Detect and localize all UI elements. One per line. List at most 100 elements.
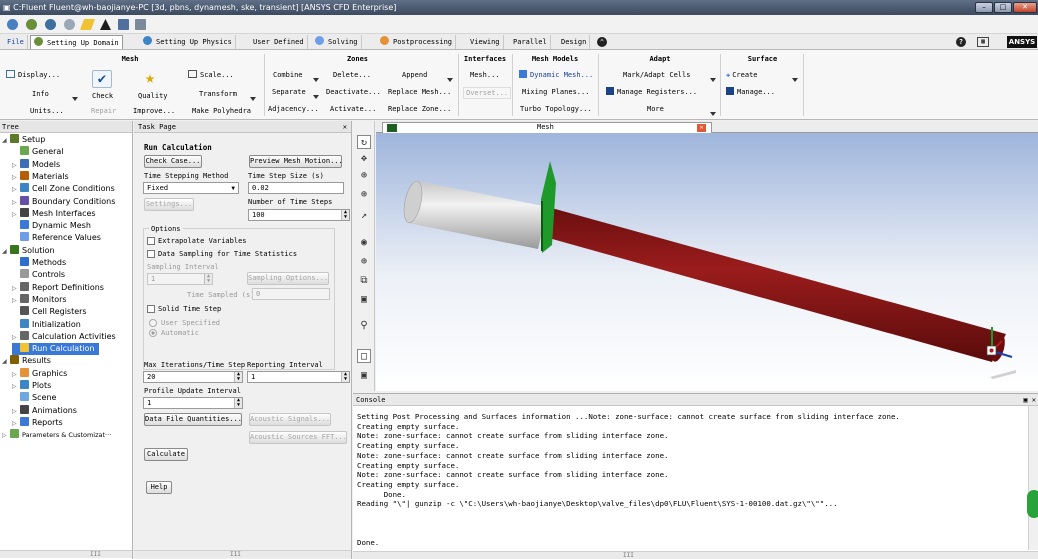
tree-item[interactable]: General (12, 146, 64, 158)
layout-icon[interactable] (118, 19, 129, 30)
tree-item[interactable]: ▷ Parameters & Customizat··· (2, 429, 111, 441)
tree-expander-icon[interactable]: ▷ (12, 369, 20, 381)
tree-expander-icon[interactable]: ▷ (12, 209, 20, 221)
lightning-icon[interactable] (79, 19, 96, 30)
tree-item[interactable]: ◢ Solution (2, 244, 55, 257)
tab-design[interactable]: Design (558, 35, 591, 49)
open-icon[interactable] (7, 19, 18, 30)
number-of-time-steps-input[interactable]: 100 ▲ ▼ (248, 209, 350, 221)
spinner-icon[interactable]: ▲ ▼ (234, 398, 242, 408)
console-window-controls-icon[interactable]: ▣ ✕ (1023, 394, 1036, 406)
save-icon[interactable] (64, 19, 75, 30)
tab-parallel[interactable]: Parallel (510, 35, 551, 49)
info-dropdown-arrow[interactable] (72, 97, 78, 101)
separate-dropdown-arrow[interactable] (313, 95, 319, 99)
overset-button[interactable]: Overset... (463, 87, 512, 99)
tree-item[interactable]: ▷ Reports (12, 416, 63, 430)
time-step-size-input[interactable]: 0.02 (248, 182, 344, 194)
turbo-topology-button[interactable]: Turbo Topology... (520, 104, 592, 114)
check-button[interactable]: Check (92, 91, 113, 101)
scale-button[interactable]: Scale... (188, 70, 234, 80)
close-task-page-icon[interactable]: ✕ (343, 121, 347, 133)
tree-item[interactable]: ◢ Setup (2, 134, 45, 146)
zoom-box-icon[interactable]: ⊕ (357, 255, 371, 269)
tree-expander-icon[interactable]: ▷ (2, 430, 10, 442)
solid-time-step-checkbox[interactable] (147, 305, 155, 313)
ansys-logo-icon[interactable] (100, 19, 111, 30)
tree-item[interactable]: ▷ Cell Zone Conditions (12, 183, 115, 195)
tab-setting-up-domain[interactable]: Setting Up Domain (30, 35, 123, 49)
activate-button[interactable]: Activate... (330, 104, 376, 114)
acoustic-sources-fft-button[interactable]: Acoustic Sources FFT... (249, 431, 347, 444)
transform-dropdown-arrow[interactable] (250, 97, 256, 101)
spinner-icon[interactable]: ▲ ▼ (341, 210, 349, 220)
tree-item[interactable]: ▷ Materials (12, 170, 69, 184)
tab-file[interactable]: File (4, 35, 28, 49)
sampling-interval-input[interactable]: 1 ▲ ▼ (147, 273, 213, 285)
data-sampling-checkbox[interactable] (147, 250, 155, 258)
grid-icon[interactable] (135, 19, 146, 30)
adapt-more-button[interactable]: More (647, 104, 664, 114)
info-button[interactable]: Info (32, 89, 49, 99)
user-specified-radio[interactable] (149, 319, 157, 327)
calculate-button[interactable]: Calculate (144, 448, 188, 461)
replace-zone-button[interactable]: Replace Zone... (388, 104, 451, 114)
tree-expander-icon[interactable]: ▷ (12, 172, 20, 184)
transform-button[interactable]: Transform (199, 89, 237, 99)
create-dropdown-arrow[interactable] (792, 78, 798, 82)
tree-item[interactable]: Dynamic Mesh (12, 220, 91, 232)
zoom-in-icon[interactable]: ⊕ (357, 188, 371, 202)
isometric-icon[interactable]: ⧉ (357, 274, 371, 288)
mark-adapt-dropdown-arrow[interactable] (710, 78, 716, 82)
tree-item[interactable]: ▷ Graphics (12, 367, 67, 381)
tree-expander-icon[interactable]: ◢ (2, 356, 10, 368)
tree-expander-icon[interactable]: ▷ (12, 160, 20, 172)
tree-expander-icon[interactable]: ▷ (12, 295, 20, 307)
combine-button[interactable]: Combine (273, 70, 303, 80)
tree-expander-icon[interactable]: ▷ (12, 418, 20, 430)
graphics-viewport[interactable] (376, 121, 1038, 391)
green-status-indicator[interactable] (1027, 490, 1038, 518)
minimize-button[interactable]: – (975, 2, 993, 13)
help-icon[interactable]: ? (956, 37, 966, 47)
tree-item[interactable]: Initialization (12, 318, 81, 331)
adjacency-button[interactable]: Adjacency... (268, 104, 319, 114)
close-button[interactable]: ✕ (1013, 2, 1037, 13)
clip-icon[interactable]: ▣ (357, 369, 371, 383)
tree-expander-icon[interactable]: ▷ (12, 332, 20, 344)
read-icon[interactable] (26, 19, 37, 30)
tab-setting-up-physics[interactable]: Setting Up Physics (140, 35, 236, 49)
tree-item[interactable]: ▷ Plots (12, 380, 51, 392)
interfaces-mesh-button[interactable]: Mesh... (470, 70, 500, 80)
extrapolate-variables-checkbox[interactable] (147, 237, 155, 245)
display-button[interactable]: Display... (6, 70, 60, 80)
sampling-options-button[interactable]: Sampling Options... (247, 272, 329, 285)
tree-item[interactable]: Reference Values (12, 232, 101, 244)
max-iterations-input[interactable]: 20 ▲ ▼ (143, 371, 243, 383)
make-polyhedra-button[interactable]: Make Polyhedra (192, 106, 251, 116)
quality-button[interactable]: Quality (138, 91, 168, 101)
time-stepping-select[interactable]: Fixed ▼ (143, 182, 239, 194)
tree-item[interactable]: Run Calculation (12, 343, 99, 356)
tree-item[interactable]: ◢ Results (2, 355, 51, 367)
tab-user-defined[interactable]: User Defined (250, 35, 308, 49)
tree-expander-icon[interactable]: ◢ (2, 135, 10, 147)
console-vertical-scrollbar[interactable] (1028, 406, 1038, 550)
settings-button[interactable]: Settings... (144, 198, 194, 211)
console-horizontal-scrollbar[interactable]: III (353, 551, 1038, 559)
delete-button[interactable]: Delete... (333, 70, 371, 80)
fit-icon[interactable]: ▣ (357, 293, 371, 307)
tree-item[interactable]: Controls (12, 269, 65, 281)
tree-expander-icon[interactable]: ▷ (12, 283, 20, 295)
tab-viewing[interactable]: Viewing (467, 35, 504, 49)
display-mode-icon[interactable]: □ (357, 349, 371, 363)
views-icon[interactable]: ⚲ (357, 319, 371, 333)
check-case-button[interactable]: Check Case... (144, 155, 202, 168)
tree-item[interactable]: Scene (12, 392, 56, 404)
mixing-planes-button[interactable]: Mixing Planes... (522, 87, 589, 97)
tree-item[interactable]: ▷ Mesh Interfaces (12, 207, 96, 221)
time-sampled-input[interactable]: 0 (252, 288, 330, 300)
tree-item[interactable]: ▷ Monitors (12, 293, 67, 307)
fit-to-window-icon[interactable]: ◉ (357, 236, 371, 250)
surface-manage-button[interactable]: Manage... (726, 87, 775, 97)
